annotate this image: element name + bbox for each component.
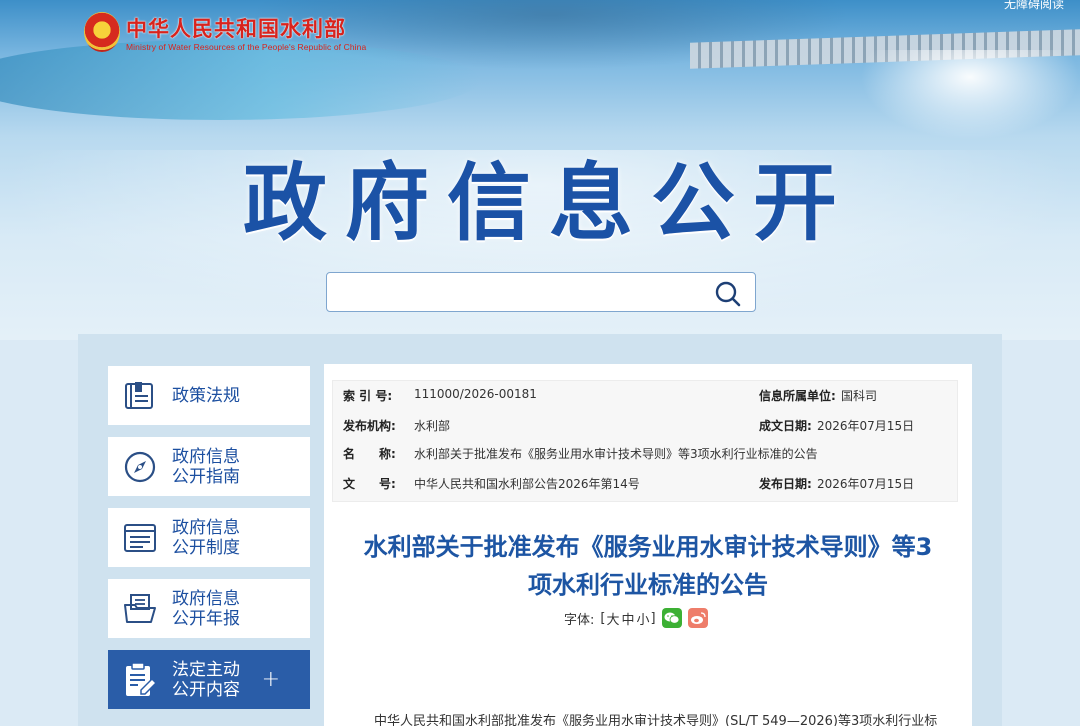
weibo-share-icon[interactable] [687,608,708,628]
list-icon [122,520,158,556]
logo-title-cn: 中华人民共和国水利部 [126,16,346,41]
main-content: 政策法规 政府信息 公开指南 政府信息 公开制度 政府信息 公开年报 法定主动 … [78,334,1002,726]
wechat-share-icon[interactable] [661,608,682,628]
sidebar-item-statutory-disclosure[interactable]: 法定主动 公开内容 + [108,650,310,709]
meta-unit-value: 国科司 [841,389,878,403]
font-size-label: 字体: [564,612,595,628]
sidebar-item-annual-report[interactable]: 政府信息 公开年报 [108,579,310,638]
search-icon[interactable] [715,281,741,311]
article-body: 中华人民共和国水利部批准发布《服务业用水审计技术导则》(SL/T 549—202… [374,714,938,726]
article-title-line-1: 水利部关于批准发布《服务业用水审计技术导则》等3 [363,533,933,561]
meta-index-label: 索 引 号: [343,389,393,403]
sidebar-item-policy[interactable]: 政策法规 [108,366,310,425]
folder-icon [122,591,158,627]
meta-issuer-value: 水利部 [414,419,451,433]
meta-unit-label: 信息所属单位: [759,389,836,403]
font-size-bar: 字体: [ 大 中 小 ] [564,608,708,628]
search-input[interactable] [327,273,707,311]
article-title-line-2: 项水利行业标准的公告 [528,571,768,599]
sidebar-item-label: 法定主动 公开内容 [172,659,240,700]
article-title: 水利部关于批准发布《服务业用水审计技术导则》等3 项水利行业标准的公告 [324,528,972,604]
expand-plus-icon[interactable]: + [262,667,280,692]
font-medium-button[interactable]: 中 [621,609,634,628]
meta-name-label: 名 称: [343,447,396,461]
site-logo[interactable]: ★ 中华人民共和国水利部 Ministry of Water Resources… [84,12,366,52]
sidebar-item-label: 政府信息 公开制度 [172,517,240,558]
compass-icon [122,449,158,485]
banner-spray [860,50,1080,140]
book-icon [122,378,158,414]
sidebar-item-guide[interactable]: 政府信息 公开指南 [108,437,310,496]
font-large-button[interactable]: 大 [606,609,619,628]
meta-date-made-label: 成文日期: [759,419,812,433]
meta-pub-date-value: 2026年07月15日 [817,477,915,491]
font-bracket-open: [ [600,610,606,626]
sidebar-item-label: 政府信息 公开年报 [172,588,240,629]
meta-pub-date-label: 发布日期: [759,477,812,491]
font-bracket-close: ] [650,610,656,626]
clipboard-edit-icon [122,661,158,698]
meta-doc-no-value: 中华人民共和国水利部公告2026年第14号 [414,477,640,491]
meta-date-made-value: 2026年07月15日 [817,419,915,433]
sidebar-item-label: 政策法规 [172,385,240,406]
meta-doc-no-label: 文 号: [343,477,396,491]
meta-name-value: 水利部关于批准发布《服务业用水审计技术导则》等3项水利行业标准的公告 [414,447,818,461]
logo-title-en: Ministry of Water Resources of the Peopl… [126,41,367,52]
sidebar-item-system[interactable]: 政府信息 公开制度 [108,508,310,567]
national-emblem-icon: ★ [84,12,120,52]
search-box [326,272,756,312]
accessibility-link[interactable]: 无障碍阅读 [1004,0,1064,12]
sidebar-item-label: 政府信息 公开指南 [172,446,240,487]
document-metadata: 索 引 号: 111000/2026-00181 信息所属单位: 国科司 发布机… [332,380,958,502]
article-panel: 索 引 号: 111000/2026-00181 信息所属单位: 国科司 发布机… [324,364,972,726]
page-title: 政府信息公开 [242,154,855,252]
meta-index-value: 111000/2026-00181 [414,387,537,401]
font-small-button[interactable]: 小 [637,609,650,628]
meta-issuer-label: 发布机构: [343,419,396,433]
